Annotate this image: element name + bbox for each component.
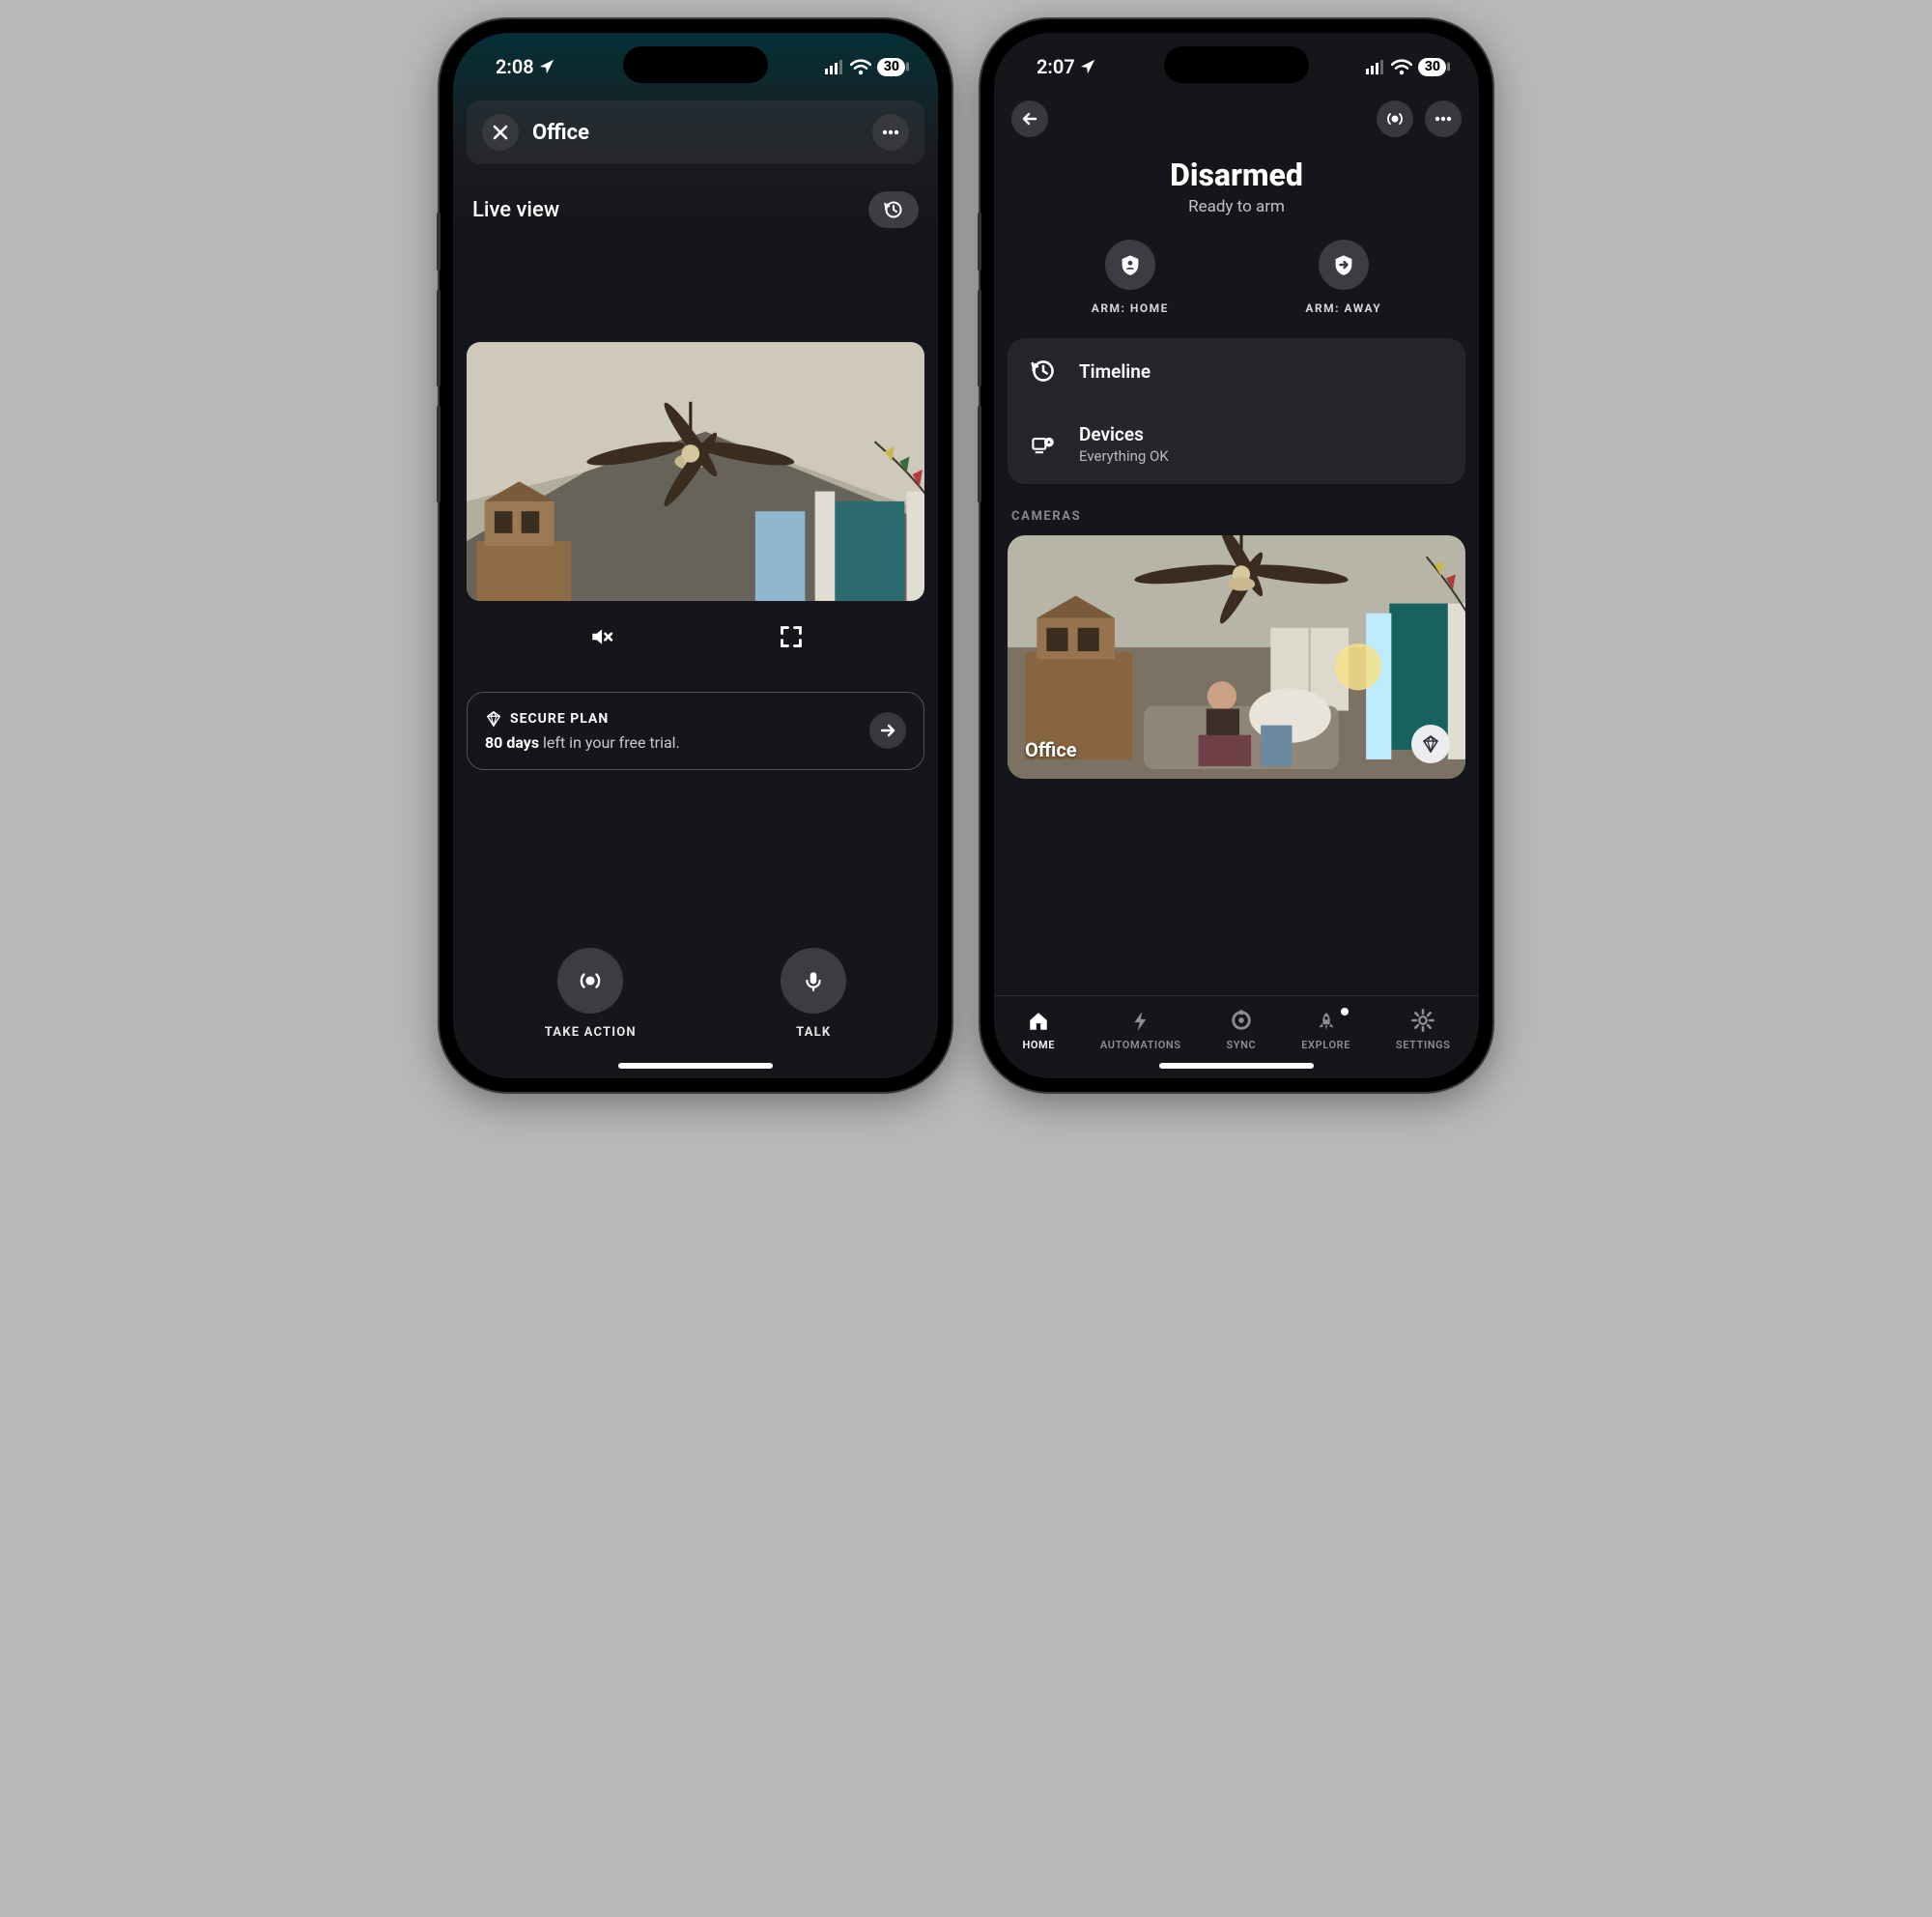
arm-away-button[interactable] — [1319, 240, 1369, 290]
dots-icon — [881, 123, 900, 142]
camera-card-office[interactable]: Office — [1008, 535, 1465, 779]
tab-explore[interactable]: EXPLORE — [1301, 1010, 1350, 1051]
more-button[interactable] — [872, 114, 909, 151]
mute-button[interactable] — [587, 625, 614, 648]
plan-title: SECURE PLAN — [510, 711, 609, 727]
rocket-icon — [1314, 1010, 1339, 1033]
diamond-icon — [485, 710, 502, 728]
home-indicator[interactable] — [1159, 1063, 1314, 1069]
camera-plan-badge[interactable] — [1411, 725, 1450, 763]
secure-plan-card[interactable]: SECURE PLAN 80 days left in your free tr… — [467, 692, 924, 770]
phone-left: 2:08 30 Office Live view — [440, 19, 952, 1092]
close-button[interactable] — [482, 114, 519, 151]
take-action-label: TAKE ACTION — [545, 1025, 637, 1040]
devices-item[interactable]: Devices Everything OK — [1008, 404, 1465, 484]
arm-home-button[interactable] — [1105, 240, 1155, 290]
status-time: 2:07 — [1037, 55, 1075, 78]
mute-icon — [587, 625, 614, 648]
siren-button[interactable] — [1377, 100, 1413, 137]
alarm-status: Disarmed Ready to arm — [994, 157, 1479, 216]
close-icon — [491, 123, 510, 142]
history-icon — [882, 199, 905, 220]
phone-right: 2:07 30 Disarmed Ready to arm ARM: H — [980, 19, 1492, 1092]
status-time: 2:08 — [496, 55, 534, 78]
devices-sub: Everything OK — [1079, 447, 1169, 465]
wifi-icon — [850, 58, 871, 75]
timeline-item[interactable]: Timeline — [1008, 338, 1465, 404]
devices-icon — [1029, 432, 1058, 457]
arrow-left-icon — [1020, 109, 1039, 129]
location-icon — [538, 58, 555, 75]
live-view-label: Live view — [472, 198, 559, 222]
arm-home-label: ARM: HOME — [1092, 301, 1169, 315]
tab-automations[interactable]: AUTOMATIONS — [1100, 1010, 1181, 1051]
siren-icon — [1385, 109, 1405, 129]
talk-button[interactable] — [781, 948, 846, 1014]
camera-preview-image — [467, 342, 924, 601]
wifi-icon — [1391, 58, 1412, 75]
shield-person-icon — [1119, 253, 1142, 276]
alarm-status-title: Disarmed — [994, 157, 1479, 193]
mic-icon — [803, 969, 824, 992]
devices-label: Devices — [1079, 423, 1169, 445]
camera-title: Office — [532, 121, 859, 145]
tab-home[interactable]: HOME — [1022, 1010, 1055, 1051]
cameras-section-label: CAMERAS — [1011, 509, 1462, 524]
plan-arrow-button[interactable] — [869, 712, 906, 749]
timeline-label: Timeline — [1079, 360, 1151, 383]
talk-label: TALK — [796, 1025, 831, 1040]
battery-indicator: 30 — [877, 58, 905, 76]
back-button[interactable] — [1011, 100, 1048, 137]
notification-dot — [1341, 1008, 1349, 1016]
signal-icon — [825, 59, 844, 74]
diamond-icon — [1421, 734, 1440, 754]
shield-arrow-icon — [1332, 253, 1355, 276]
camera-card-label: Office — [1025, 738, 1077, 761]
battery-indicator: 30 — [1418, 58, 1446, 76]
gear-icon — [1410, 1008, 1435, 1033]
camera-header: Office — [467, 100, 924, 164]
fullscreen-button[interactable] — [779, 624, 804, 649]
sync-icon — [1229, 1008, 1254, 1033]
home-indicator[interactable] — [618, 1063, 773, 1069]
home-icon — [1026, 1010, 1051, 1033]
history-button[interactable] — [868, 191, 919, 228]
tab-settings[interactable]: SETTINGS — [1396, 1008, 1451, 1051]
dynamic-island — [623, 46, 768, 83]
menu-card: Timeline Devices Everything OK — [1008, 338, 1465, 484]
take-action-button[interactable] — [557, 948, 623, 1014]
bolt-icon — [1129, 1010, 1152, 1033]
siren-icon — [578, 968, 603, 993]
live-video[interactable] — [467, 342, 924, 601]
dots-icon — [1434, 109, 1453, 129]
dynamic-island — [1164, 46, 1309, 83]
arm-away-label: ARM: AWAY — [1305, 301, 1381, 315]
fullscreen-icon — [779, 624, 804, 649]
arrow-right-icon — [878, 721, 897, 740]
location-icon — [1079, 58, 1096, 75]
alarm-status-subtitle: Ready to arm — [994, 197, 1479, 216]
plan-subtitle: 80 days left in your free trial. — [485, 733, 856, 752]
signal-icon — [1366, 59, 1385, 74]
more-button[interactable] — [1425, 100, 1462, 137]
tab-sync[interactable]: SYNC — [1226, 1008, 1256, 1051]
history-icon — [1029, 358, 1058, 385]
